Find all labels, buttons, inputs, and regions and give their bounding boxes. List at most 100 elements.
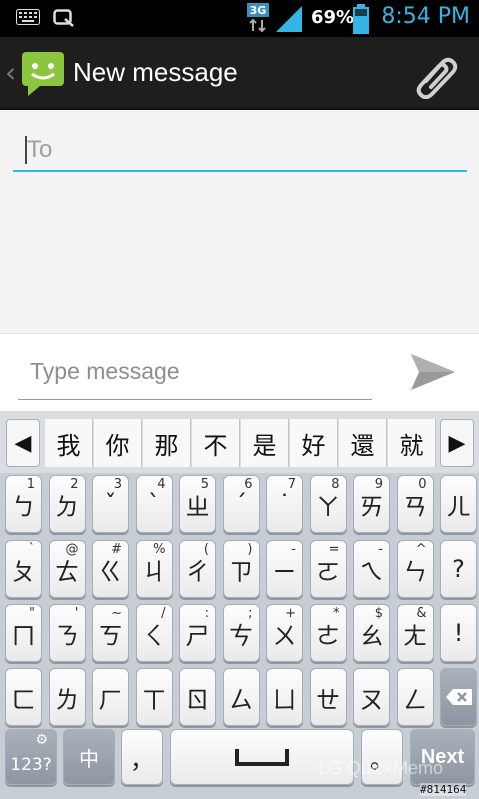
- key-1-3[interactable]: ˇ3: [92, 475, 129, 533]
- quickmemo-icon: [53, 9, 74, 27]
- candidate-item[interactable]: 我: [45, 419, 93, 467]
- key-4-9[interactable]: ㄡ: [353, 668, 390, 726]
- key-2-4[interactable]: ㄐ%: [135, 540, 173, 598]
- key-secondary-label: &: [416, 606, 427, 621]
- key-1-5[interactable]: ㄓ5: [179, 475, 216, 533]
- to-placeholder: To: [27, 136, 53, 163]
- key-secondary-label: 7: [287, 477, 296, 492]
- candidate-item[interactable]: 那: [143, 419, 191, 467]
- key-secondary-label: :: [204, 606, 209, 621]
- key-label: ㄈ: [11, 685, 36, 714]
- attach-paperclip-icon[interactable]: [412, 51, 464, 99]
- key-3-1[interactable]: ㄇ ": [5, 604, 42, 662]
- message-input[interactable]: Type message: [18, 348, 372, 400]
- signal-icon: [276, 6, 302, 32]
- key-1-7[interactable]: ˙ 7: [266, 475, 303, 533]
- key-label: !: [453, 619, 464, 647]
- key-1-11[interactable]: ㄦ: [440, 475, 477, 533]
- to-recipient-field[interactable]: To: [13, 128, 467, 172]
- key-4-4[interactable]: ㄒ: [135, 668, 173, 726]
- key-3-10[interactable]: ㄤ &: [396, 604, 434, 662]
- key-1-9[interactable]: ㄞ9: [353, 475, 390, 533]
- key-secondary-label: 9: [374, 477, 383, 492]
- candidate-bar: ◀ 我 你 那 不 是 好 還 就 ▶: [0, 411, 479, 473]
- candidate-item[interactable]: 你: [94, 419, 142, 467]
- key-label: ˙: [278, 490, 291, 518]
- network-label: 3G: [250, 4, 267, 17]
- key-label: ㄌ: [55, 685, 79, 714]
- comma-label: ，: [130, 745, 154, 774]
- keyboard-icon: [16, 9, 40, 25]
- key-3-2[interactable]: ㄋ ': [48, 604, 86, 662]
- key-3-11[interactable]: !: [440, 604, 477, 662]
- key-2-11[interactable]: ?: [440, 540, 477, 598]
- key-3-7[interactable]: ㄨ +: [266, 604, 303, 662]
- backspace-key[interactable]: [440, 668, 477, 726]
- back-chevron-icon[interactable]: ‹: [5, 59, 16, 87]
- status-time: 8:54 PM: [381, 4, 470, 29]
- key-4-5[interactable]: ㄖ: [179, 668, 216, 726]
- candidate-item[interactable]: 還: [339, 419, 387, 467]
- key-2-8[interactable]: ㄛ =: [309, 540, 347, 598]
- space-bar-icon: [235, 749, 289, 766]
- key-4-8[interactable]: ㄝ: [309, 668, 347, 726]
- key-2-6[interactable]: ㄗ): [222, 540, 260, 598]
- key-3-6[interactable]: ㄘ;: [222, 604, 260, 662]
- battery-percent: 69%: [311, 7, 355, 28]
- key-3-4[interactable]: ㄑ /: [135, 604, 173, 662]
- key-2-7[interactable]: ㄧ-: [266, 540, 303, 598]
- key-2-9[interactable]: ㄟ-: [353, 540, 390, 598]
- key-4-6[interactable]: ㄙ: [222, 668, 260, 726]
- key-secondary-label: -: [378, 542, 383, 557]
- text-cursor: [25, 136, 27, 164]
- key-1-6[interactable]: ˊ6: [222, 475, 260, 533]
- send-icon[interactable]: [405, 348, 461, 396]
- key-secondary-label: ): [247, 542, 253, 557]
- language-key[interactable]: 中: [63, 729, 115, 785]
- key-2-5[interactable]: ㄔ(: [179, 540, 216, 598]
- key-1-8[interactable]: ㄚ8: [309, 475, 347, 533]
- key-1-10[interactable]: ㄢ0: [396, 475, 434, 533]
- key-secondary-label: +: [285, 606, 296, 621]
- key-label: ?: [452, 555, 465, 583]
- key-secondary-label: 3: [113, 477, 122, 492]
- key-2-1[interactable]: ㄆ `: [5, 540, 42, 598]
- candidate-next-button[interactable]: ▶: [440, 419, 474, 467]
- key-1-1[interactable]: ㄅ1: [5, 475, 42, 533]
- key-secondary-label: -: [291, 542, 296, 557]
- key-2-3[interactable]: ㄍ #: [92, 540, 129, 598]
- mode-123-key[interactable]: ⚙ 123?: [5, 729, 57, 785]
- key-label: ˇ: [104, 490, 117, 518]
- key-4-2[interactable]: ㄌ: [48, 668, 86, 726]
- key-4-10[interactable]: ㄥ: [396, 668, 434, 726]
- key-secondary-label: 8: [331, 477, 340, 492]
- key-secondary-label: #: [111, 542, 122, 557]
- candidate-item[interactable]: 是: [241, 419, 289, 467]
- key-secondary-label: 0: [418, 477, 427, 492]
- key-3-5[interactable]: ㄕ:: [179, 604, 216, 662]
- key-label: ˋ: [148, 490, 160, 518]
- key-4-3[interactable]: ㄏ: [92, 668, 129, 726]
- messaging-app-icon[interactable]: [20, 50, 66, 96]
- key-1-2[interactable]: ㄉ2: [48, 475, 86, 533]
- message-placeholder: Type message: [30, 358, 180, 384]
- keyboard: ◀ 我 你 那 不 是 好 還 就 ▶ ⚙ 123? 中 ， 。 Next ㄅ1…: [0, 411, 479, 799]
- key-label: ㄥ: [403, 685, 427, 714]
- key-4-1[interactable]: ㄈ: [5, 668, 42, 726]
- candidate-item[interactable]: 就: [388, 419, 436, 467]
- candidate-item[interactable]: 不: [192, 419, 240, 467]
- key-4-7[interactable]: ㄩ: [266, 668, 303, 726]
- key-secondary-label: ': [74, 606, 79, 621]
- key-secondary-label: `: [28, 542, 36, 557]
- network-3g-icon: 3G: [247, 3, 269, 33]
- candidate-prev-button[interactable]: ◀: [6, 419, 40, 467]
- key-2-2[interactable]: ㄊ @: [48, 540, 86, 598]
- candidate-item[interactable]: 好: [290, 419, 338, 467]
- key-1-4[interactable]: ˋ4: [135, 475, 173, 533]
- key-3-9[interactable]: ㄠ $: [353, 604, 390, 662]
- key-3-8[interactable]: ㄜ *: [309, 604, 347, 662]
- key-3-3[interactable]: ㄎ ~: [92, 604, 129, 662]
- key-2-10[interactable]: ㄣ ^: [396, 540, 434, 598]
- comma-key[interactable]: ，: [121, 729, 163, 785]
- page-title: New message: [73, 57, 238, 87]
